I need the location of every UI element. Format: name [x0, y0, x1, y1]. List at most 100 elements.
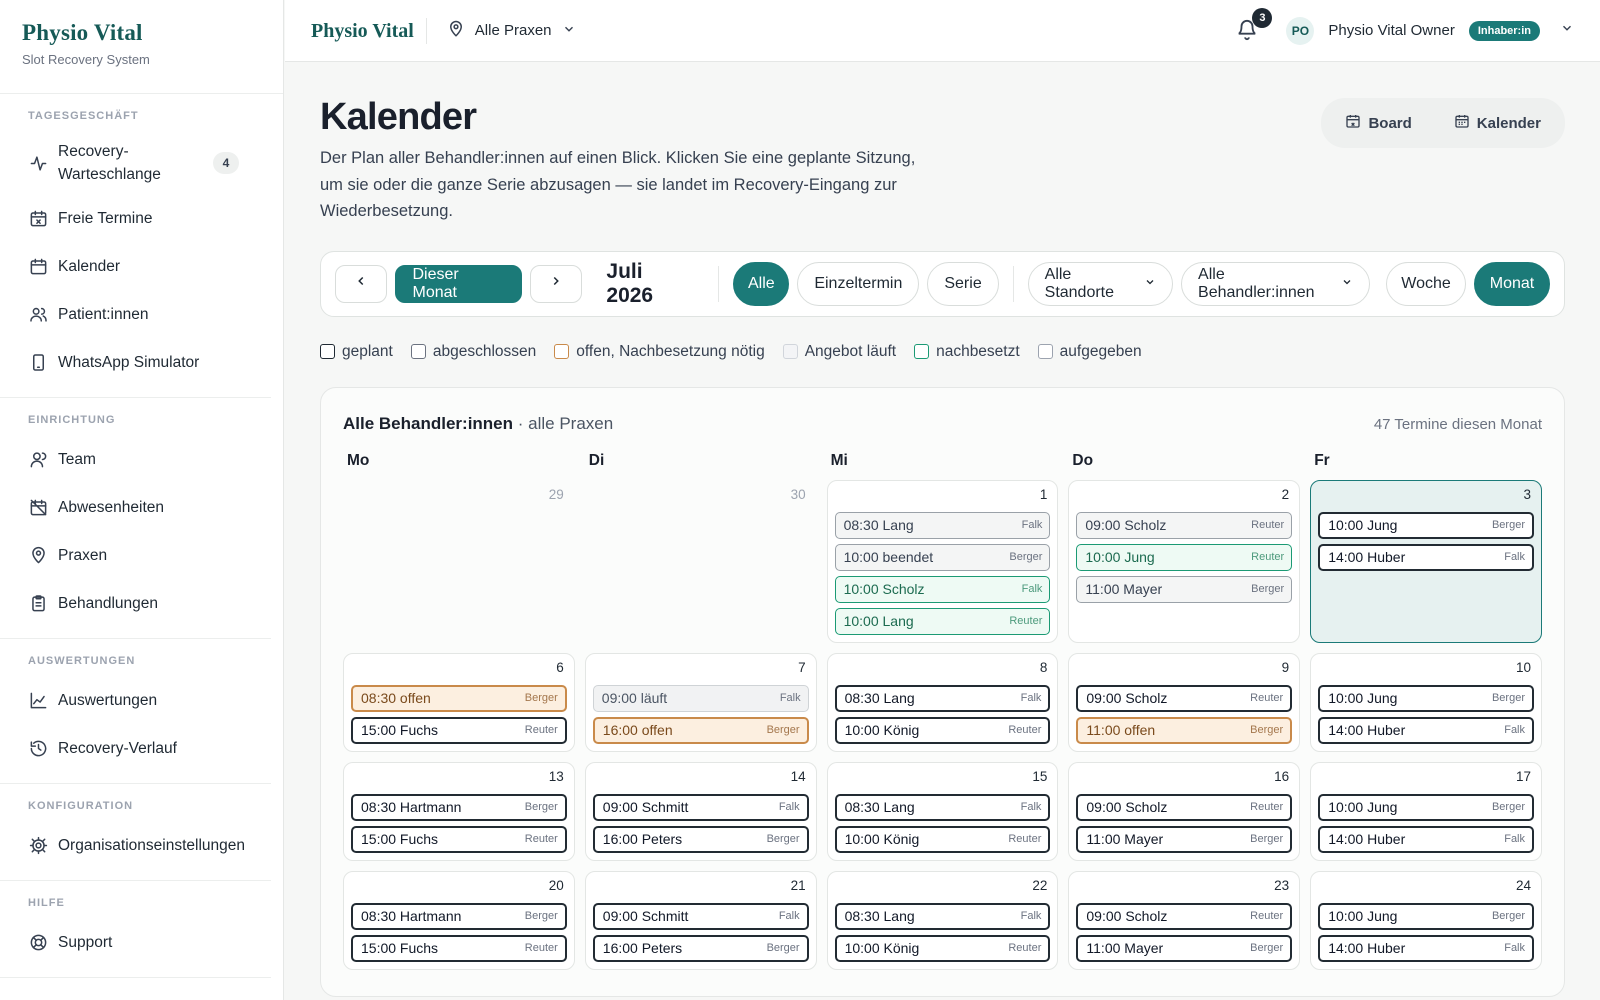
location-select[interactable]: Alle Praxen	[447, 20, 576, 42]
sidebar-item-support[interactable]: Support	[14, 921, 257, 964]
legend-checkbox[interactable]	[1037, 344, 1053, 359]
calendar-day-cell[interactable]: 20 08:30 Hartmann Berger 15:00 Fuchs Reuter	[343, 870, 575, 970]
calendar-day-cell[interactable]: 24 10:00 Jung Berger 14:00 Huber Falk	[1310, 870, 1542, 970]
sidebar-item-abwesenheiten[interactable]: Abwesenheiten	[14, 486, 257, 529]
user-name[interactable]: Physio Vital Owner	[1328, 22, 1454, 39]
appointment-chip[interactable]: 10:00 Lang Reuter	[834, 607, 1051, 635]
brand[interactable]: Physio Vital Slot Recovery System	[0, 0, 283, 94]
appointment-chip[interactable]: 14:00 Huber Falk	[1318, 543, 1534, 571]
calendar-day-cell[interactable]: 16 09:00 Scholz Reuter 11:00 Mayer Berger	[1068, 761, 1301, 861]
appointment-chip[interactable]: 11:00 offen Berger	[1076, 716, 1293, 744]
filter-all[interactable]: Alle	[733, 261, 790, 306]
sidebar-item-praxen[interactable]: Praxen	[14, 534, 257, 577]
appointment-chip[interactable]: 10:00 König Reuter	[834, 716, 1051, 744]
user-menu-chevron-icon[interactable]	[1560, 21, 1574, 40]
filter-single[interactable]: Einzeltermin	[797, 261, 920, 306]
appointment-chip[interactable]: 10:00 Jung Reuter	[1076, 543, 1293, 571]
appointment-chip[interactable]: 08:30 Lang Falk	[834, 902, 1051, 930]
appointment-chip[interactable]: 09:00 läuft Falk	[592, 684, 809, 712]
appointment-chip[interactable]: 10:00 Jung Berger	[1318, 793, 1534, 821]
legend-checkbox[interactable]	[320, 344, 335, 359]
calendar-day-cell[interactable]: 23 09:00 Scholz Reuter 11:00 Mayer Berger	[1068, 870, 1301, 970]
calendar-day-cell[interactable]: 1 08:30 Lang Falk 10:00 beendet Berger 10:00 …	[826, 479, 1059, 643]
appointment-chip[interactable]: 11:00 Mayer Berger	[1076, 575, 1293, 603]
sidebar-item-auswertungen[interactable]: Auswertungen	[14, 679, 257, 722]
sidebar-item-patient-innen[interactable]: Patient:innen	[14, 293, 257, 336]
calendar-day-cell[interactable]: 21 09:00 Schmitt Falk 16:00 Peters Berger	[584, 870, 817, 970]
board-view-button[interactable]: Board	[1327, 104, 1429, 142]
topbar-brand[interactable]: Physio Vital	[311, 17, 427, 44]
sidebar-item-organisationseinstellungen[interactable]: Organisationseinstellungen	[14, 824, 257, 867]
appointment-chip[interactable]: 10:00 Jung Berger	[1318, 902, 1534, 930]
week-view-button[interactable]: Woche	[1386, 261, 1466, 306]
appointment-chip[interactable]: 09:00 Scholz Reuter	[1076, 684, 1293, 712]
legend-checkbox[interactable]	[410, 344, 426, 359]
calendar-day-cell[interactable]: 9 09:00 Scholz Reuter 11:00 offen Berger	[1068, 652, 1301, 752]
next-month-button[interactable]	[529, 264, 583, 303]
calendar-day-cell[interactable]: 3 10:00 Jung Berger 14:00 Huber Falk	[1310, 479, 1542, 643]
appointment-chip[interactable]: 11:00 Mayer Berger	[1076, 825, 1293, 853]
legend-checkbox[interactable]	[914, 344, 930, 359]
sidebar-item-recovery-warteschlange[interactable]: Recovery-Warteschlange 4	[14, 134, 257, 192]
legend-filter-geplant[interactable]: geplant	[320, 343, 393, 361]
calendar-view-button[interactable]: Kalender	[1436, 104, 1559, 142]
appointment-chip[interactable]: 10:00 Jung Berger	[1318, 511, 1534, 539]
appointment-chip[interactable]: 08:30 offen Berger	[351, 684, 567, 712]
notifications-button[interactable]: 3	[1236, 7, 1273, 43]
legend-filter-angebot-l-uft[interactable]: Angebot läuft	[782, 343, 896, 361]
appointment-chip[interactable]: 09:00 Scholz Reuter	[1076, 902, 1293, 930]
appointment-chip[interactable]: 15:00 Fuchs Reuter	[351, 825, 567, 853]
appointment-chip[interactable]: 15:00 Fuchs Reuter	[351, 934, 567, 962]
appointment-chip[interactable]: 08:30 Hartmann Berger	[351, 793, 567, 821]
legend-checkbox[interactable]	[554, 344, 570, 359]
appointment-chip[interactable]: 15:00 Fuchs Reuter	[351, 716, 567, 744]
sidebar-item-recovery-verlauf[interactable]: Recovery-Verlauf	[14, 727, 257, 770]
appointment-chip[interactable]: 09:00 Scholz Reuter	[1076, 793, 1293, 821]
appointment-chip[interactable]: 08:30 Hartmann Berger	[351, 902, 567, 930]
calendar-day-cell[interactable]: 14 09:00 Schmitt Falk 16:00 Peters Berger	[584, 761, 817, 861]
sidebar-item-freie-termine[interactable]: Freie Termine	[14, 197, 257, 240]
appointment-chip[interactable]: 16:00 Peters Berger	[592, 934, 809, 962]
appointment-chip[interactable]: 08:30 Lang Falk	[834, 793, 1051, 821]
calendar-day-cell[interactable]: 6 08:30 offen Berger 15:00 Fuchs Reuter	[343, 652, 575, 752]
appointment-chip[interactable]: 14:00 Huber Falk	[1318, 825, 1534, 853]
appointment-chip[interactable]: 10:00 beendet Berger	[834, 543, 1051, 571]
sidebar-item-behandlungen[interactable]: Behandlungen	[14, 582, 257, 625]
calendar-day-cell[interactable]: 13 08:30 Hartmann Berger 15:00 Fuchs Reuter	[343, 761, 575, 861]
appointment-chip[interactable]: 16:00 offen Berger	[592, 716, 809, 744]
calendar-day-cell[interactable]: 17 10:00 Jung Berger 14:00 Huber Falk	[1310, 761, 1542, 861]
month-view-button[interactable]: Monat	[1474, 261, 1550, 306]
appointment-chip[interactable]: 10:00 König Reuter	[834, 934, 1051, 962]
calendar-day-cell[interactable]: 8 08:30 Lang Falk 10:00 König Reuter	[826, 652, 1059, 752]
calendar-day-cell[interactable]: 2 09:00 Scholz Reuter 10:00 Jung Reuter 11:00…	[1068, 479, 1301, 643]
legend-filter-nachbesetzt[interactable]: nachbesetzt	[914, 343, 1020, 361]
calendar-day-cell[interactable]: 15 08:30 Lang Falk 10:00 König Reuter	[826, 761, 1059, 861]
legend-filter-aufgegeben[interactable]: aufgegeben	[1037, 343, 1142, 361]
filter-series[interactable]: Serie	[927, 261, 999, 306]
legend-checkbox[interactable]	[782, 344, 798, 359]
location-filter[interactable]: Alle Standorte	[1027, 261, 1174, 306]
therapist-filter[interactable]: Alle Behandler:innen	[1181, 261, 1370, 306]
appointment-chip[interactable]: 09:00 Schmitt Falk	[592, 902, 809, 930]
calendar-day-cell[interactable]: 22 08:30 Lang Falk 10:00 König Reuter	[826, 870, 1059, 970]
current-month-button[interactable]: Dieser Monat	[395, 264, 522, 303]
appointment-chip[interactable]: 14:00 Huber Falk	[1318, 716, 1534, 744]
calendar-day-cell[interactable]: 7 09:00 läuft Falk 16:00 offen Berger	[584, 652, 817, 752]
appointment-chip[interactable]: 10:00 Jung Berger	[1318, 684, 1534, 712]
appointment-chip[interactable]: 16:00 Peters Berger	[592, 825, 809, 853]
calendar-day-cell[interactable]: 10 10:00 Jung Berger 14:00 Huber Falk	[1310, 652, 1542, 752]
sidebar-item-kalender[interactable]: Kalender	[14, 245, 257, 288]
sidebar-item-whatsapp-simulator[interactable]: WhatsApp Simulator	[14, 341, 257, 384]
appointment-chip[interactable]: 11:00 Mayer Berger	[1076, 934, 1293, 962]
sidebar-item-team[interactable]: Team	[14, 438, 257, 481]
appointment-chip[interactable]: 10:00 Scholz Falk	[834, 575, 1051, 603]
avatar[interactable]: PO	[1286, 16, 1315, 45]
legend-filter-offen-nachbesetzung-n-tig[interactable]: offen, Nachbesetzung nötig	[554, 343, 765, 361]
appointment-chip[interactable]: 09:00 Schmitt Falk	[592, 793, 809, 821]
appointment-chip[interactable]: 14:00 Huber Falk	[1318, 934, 1534, 962]
appointment-chip[interactable]: 08:30 Lang Falk	[834, 684, 1051, 712]
prev-month-button[interactable]	[335, 264, 388, 303]
appointment-chip[interactable]: 08:30 Lang Falk	[834, 511, 1051, 539]
appointment-chip[interactable]: 10:00 König Reuter	[834, 825, 1051, 853]
appointment-chip[interactable]: 09:00 Scholz Reuter	[1076, 511, 1293, 539]
